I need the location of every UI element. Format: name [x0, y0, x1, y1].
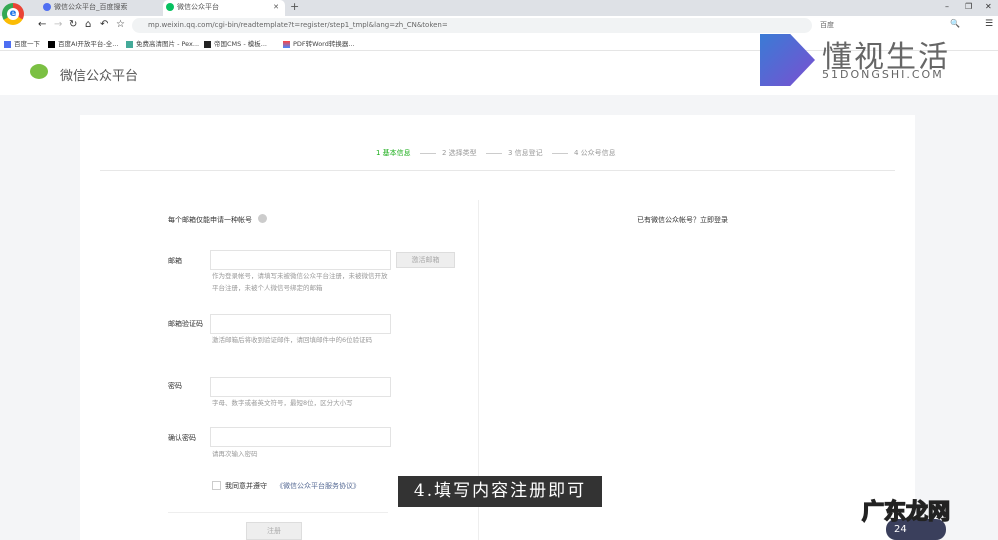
- search-engine-label[interactable]: 百度: [820, 20, 834, 30]
- reload-icon[interactable]: ↻: [69, 19, 77, 30]
- activate-email-button[interactable]: 激活邮箱: [396, 252, 455, 268]
- bookmark[interactable]: PDF转Word转换器...: [283, 38, 355, 48]
- help-icon[interactable]: [258, 214, 267, 223]
- restore-button[interactable]: ❐: [965, 2, 972, 11]
- new-tab-button[interactable]: +: [290, 0, 299, 16]
- confirm-password-input[interactable]: [210, 427, 391, 447]
- step-info-register: 3 信息登记: [508, 149, 543, 157]
- email-tip: 作为登录帐号，请填写未被微信公众平台注册，未被微信开放平台注册，未被个人微信号绑…: [212, 272, 388, 292]
- bookmark-label: 免费高清图片 - Pex...: [136, 40, 200, 48]
- agree-text: 我同意并遵守: [225, 482, 267, 490]
- tab-bar: e 微信公众平台_百度搜索 微信公众平台 ✕ + – ❐ ✕: [0, 0, 998, 25]
- bookmark-label: 帝国CMS - 模板...: [214, 40, 267, 48]
- register-button[interactable]: 注册: [246, 522, 302, 540]
- tab-label: 微信公众平台_百度搜索: [54, 3, 128, 11]
- password-tip: 字母、数字或者英文符号，最短8位，区分大小写: [212, 399, 353, 407]
- bookmark[interactable]: 帝国CMS - 模板...: [204, 38, 267, 48]
- step-select-type: 2 选择类型: [442, 149, 477, 157]
- url-text: mp.weixin.qq.com/cgi-bin/readtemplate?t=…: [148, 21, 448, 29]
- step-account-info: 4 公众号信息: [574, 149, 616, 157]
- step-basic-info: 1 基本信息: [376, 149, 411, 157]
- corner-watermark: 广东龙网: [861, 499, 951, 526]
- bookmark-label: 百度AI开放平台-全...: [58, 40, 119, 48]
- password-input[interactable]: [210, 377, 391, 397]
- agree-checkbox[interactable]: [212, 481, 221, 490]
- email-code-tip: 激活邮箱后将收到验证邮件，请回填邮件中的6位验证码: [212, 336, 373, 344]
- star-icon[interactable]: ☆: [116, 19, 125, 30]
- email-code-input[interactable]: [210, 314, 391, 334]
- wechat-logo-icon[interactable]: [30, 64, 48, 79]
- video-caption: 4.填写内容注册即可: [398, 476, 602, 507]
- confirm-password-label: 确认密码: [168, 434, 196, 442]
- bookmark-label: PDF转Word转换器...: [293, 40, 355, 48]
- minimize-button[interactable]: –: [945, 2, 949, 11]
- bookmark-label: 百度一下: [14, 40, 40, 48]
- divider: [100, 170, 895, 171]
- confirm-password-tip: 请再次输入密码: [212, 450, 258, 458]
- site-logo-text[interactable]: 微信公众平台: [60, 65, 138, 84]
- divider: [168, 512, 388, 513]
- tab-baidu[interactable]: 微信公众平台_百度搜索: [40, 0, 160, 16]
- forward-icon[interactable]: →: [54, 19, 62, 30]
- account-notice: 每个邮箱仅能申请一种帐号: [168, 216, 252, 224]
- bookmark[interactable]: 免费高清图片 - Pex...: [126, 38, 199, 48]
- email-label: 邮箱: [168, 257, 182, 265]
- home-icon[interactable]: ⌂: [85, 19, 91, 30]
- close-tab-icon[interactable]: ✕: [273, 0, 279, 14]
- email-input[interactable]: [210, 250, 391, 270]
- back-icon[interactable]: ←: [38, 19, 46, 30]
- address-bar[interactable]: mp.weixin.qq.com/cgi-bin/readtemplate?t=…: [132, 18, 812, 33]
- login-hint-link[interactable]: 已有微信公众帐号？立即登录: [637, 215, 728, 225]
- tab-weixin[interactable]: 微信公众平台 ✕: [163, 0, 285, 16]
- undo-icon[interactable]: ↶: [100, 19, 108, 30]
- password-label: 密码: [168, 382, 182, 390]
- search-icon[interactable]: 🔍: [950, 19, 960, 28]
- bookmark[interactable]: 百度一下: [4, 38, 40, 48]
- tab-label: 微信公众平台: [177, 3, 219, 11]
- brand-watermark-sub: 51DONGSHI.COM: [822, 68, 944, 81]
- bookmark[interactable]: 百度AI开放平台-全...: [48, 38, 118, 48]
- close-window-button[interactable]: ✕: [985, 2, 992, 11]
- browser-logo-icon: e: [2, 3, 24, 25]
- service-agreement-link[interactable]: 《微信公众平台服务协议》: [276, 481, 360, 491]
- menu-icon[interactable]: ☰: [985, 19, 993, 29]
- email-code-label: 邮箱验证码: [168, 320, 203, 328]
